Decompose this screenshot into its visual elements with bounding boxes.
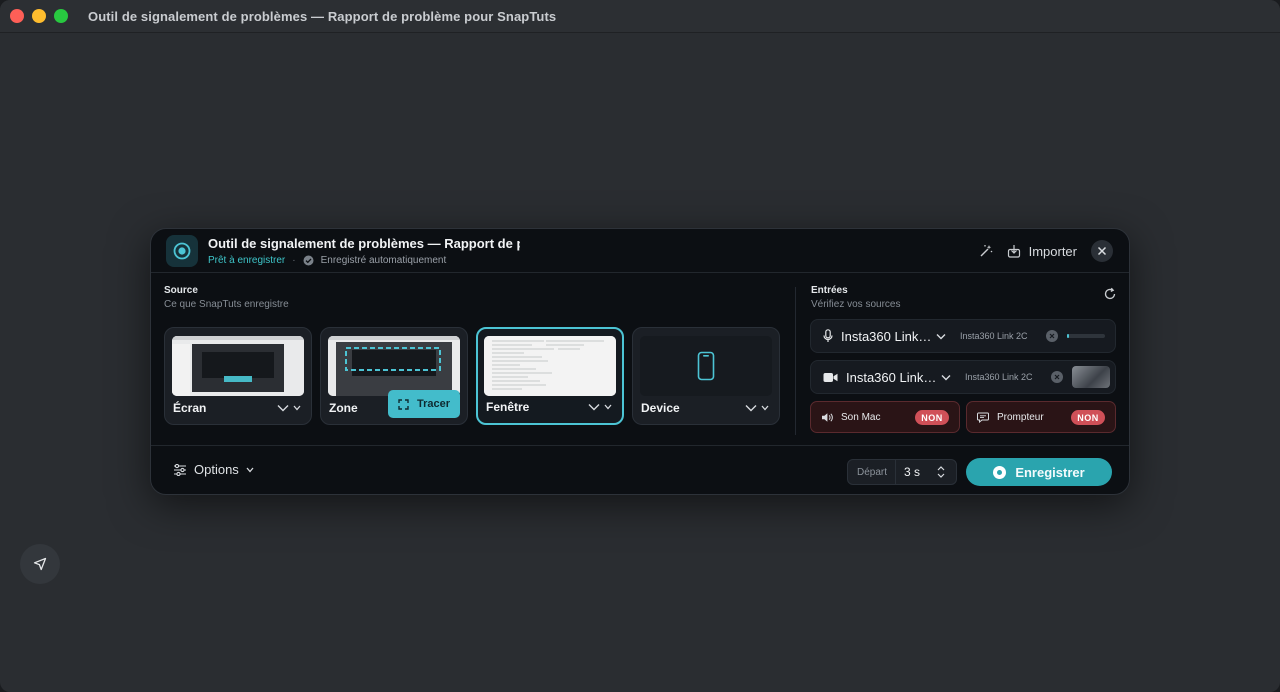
microphone-icon [823,329,833,342]
source-title: Source [164,285,198,296]
chevron-down-icon[interactable] [588,403,600,411]
camera-device: Insta360 Link 2C [965,372,1033,382]
countdown-selector[interactable]: Départ 3 s [847,459,957,485]
source-card-label: Device [641,401,680,415]
record-button[interactable]: Enregistrer [966,458,1112,486]
traffic-lights [10,9,68,23]
import-button[interactable]: Importer [1029,244,1077,259]
source-section: Source Ce que SnapTuts enregistre [164,285,289,310]
trace-zone-button[interactable]: Tracer [388,390,460,418]
mac-audio-toggle[interactable]: Son Mac NON [810,401,960,433]
microphone-device: Insta360 Link 2C [960,331,1028,341]
cursor-arrow-icon [33,557,47,571]
record-label: Enregistrer [1015,464,1085,480]
title-bar: Outil de signalement de problèmes — Rapp… [0,0,1280,33]
prompter-toggle[interactable]: Prompteur NON [966,401,1116,433]
crop-corners-icon [398,398,409,410]
recorder-panel: Outil de signalement de problèmes — Rapp… [150,228,1130,495]
source-card-label: Zone [329,401,358,415]
check-circle-icon [303,255,314,265]
options-button[interactable]: Options [173,462,254,477]
video-camera-icon [823,372,838,382]
window-thumbnail [484,336,616,396]
countdown-label: Départ [857,466,888,478]
panel-title: Outil de signalement de problèmes — Rapp… [208,235,520,251]
inputs-section: Entrées Vérifiez vos sources [811,285,1117,310]
close-icon [1054,374,1060,380]
window-title: Outil de signalement de problèmes — Rapp… [88,8,557,24]
status-separator: · [292,254,296,266]
microphone-input-row[interactable]: Insta360 Link… Insta360 Link 2C [810,319,1116,353]
microphone-level-meter [1067,334,1105,338]
source-card-screen[interactable]: Écran [164,327,312,425]
camera-preview [1072,366,1110,388]
chevron-down-icon[interactable] [277,404,289,412]
speaker-icon [822,412,833,422]
screen-thumbnail [172,336,304,396]
mac-audio-label: Son Mac [841,411,881,423]
phone-icon [697,351,715,381]
chevron-down-icon[interactable] [745,404,757,412]
source-card-label: Fenêtre [486,400,530,414]
options-label: Options [194,462,239,477]
close-icon [1049,333,1055,339]
source-card-device[interactable]: Device [632,327,780,425]
chevron-down-small-icon[interactable] [761,405,769,411]
status-row: Prêt à enregistrer · Enregistré automati… [208,255,520,266]
status-ready: Prêt à enregistrer [208,254,286,266]
chevron-down-icon[interactable] [936,333,946,340]
mac-audio-state-badge: NON [915,410,949,425]
close-icon [1097,246,1107,256]
microphone-level-fill [1067,334,1069,338]
up-down-chevron-icon[interactable] [936,465,946,479]
panel-header: Outil de signalement de problèmes — Rapp… [151,229,1129,273]
chevron-down-icon [246,467,254,472]
camera-name: Insta360 Link… [846,369,937,385]
inputs-subtitle: Vérifiez vos sources [811,299,901,310]
camera-input-row[interactable]: Insta360 Link… Insta360 Link 2C [810,360,1116,394]
status-saved: Enregistré automatiquement [320,254,447,266]
source-subtitle: Ce que SnapTuts enregistre [164,299,289,310]
record-icon [993,465,1007,479]
source-card-zone[interactable]: Zone Tracer [320,327,468,425]
zone-thumbnail [328,336,460,396]
prompter-label: Prompteur [997,411,1044,423]
remove-camera-button[interactable] [1051,371,1063,383]
minimize-window-button[interactable] [32,9,46,23]
inputs-title: Entrées [811,285,848,296]
import-icon[interactable] [1007,244,1021,258]
chevron-down-icon[interactable] [941,374,951,381]
device-thumbnail [640,336,772,396]
magic-wand-icon[interactable] [979,244,993,258]
microphone-name: Insta360 Link… [841,328,932,344]
app-window: Outil de signalement de problèmes — Rapp… [0,0,1280,692]
cursor-tool-button[interactable] [20,544,60,584]
prompter-state-badge: NON [1071,410,1105,425]
remove-microphone-button[interactable] [1046,330,1058,342]
countdown-value: 3 s [904,465,921,479]
chevron-down-small-icon[interactable] [293,405,301,411]
close-panel-button[interactable] [1091,240,1113,262]
zoom-window-button[interactable] [54,9,68,23]
chevron-down-small-icon[interactable] [604,404,612,410]
source-card-window[interactable]: Fenêtre [476,327,624,425]
speech-bubble-icon [977,412,989,423]
trace-button-label: Tracer [416,398,451,410]
section-divider [795,287,796,435]
close-window-button[interactable] [10,9,24,23]
refresh-icon[interactable] [1103,287,1117,301]
panel-footer: Options Départ 3 s Enregistrer [151,445,1129,494]
source-cards: Écran Zone Tracer Fenêtre Device [164,327,780,425]
sliders-icon [174,463,186,476]
source-card-label: Écran [173,401,207,415]
app-logo-icon [166,234,198,267]
